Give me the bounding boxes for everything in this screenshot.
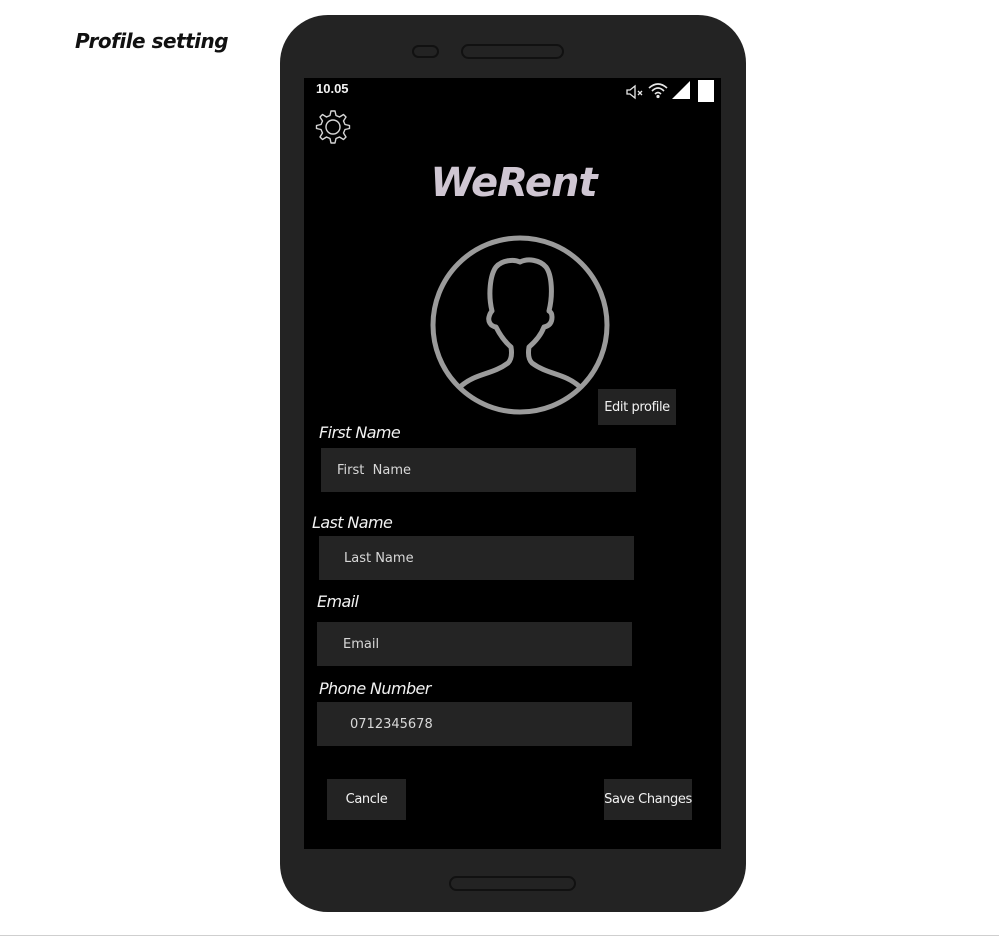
- last-name-field[interactable]: [319, 536, 634, 580]
- save-changes-button[interactable]: Save Changes: [604, 779, 692, 820]
- gear-icon: [315, 110, 351, 144]
- phone-number-field[interactable]: [317, 702, 632, 746]
- edit-profile-button[interactable]: Edit profile: [598, 389, 676, 425]
- bottom-divider: [0, 935, 999, 936]
- profile-avatar: [430, 235, 610, 415]
- last-name-label: Last Name: [312, 513, 393, 532]
- phone-number-label: Phone Number: [319, 679, 431, 698]
- cellular-signal-icon: [671, 80, 691, 100]
- status-time: 10.05: [316, 81, 349, 96]
- battery-icon: [698, 80, 714, 102]
- phone-sensor: [412, 45, 439, 58]
- email-label: Email: [317, 592, 359, 611]
- page-heading: Profile setting: [75, 29, 229, 53]
- settings-button[interactable]: [314, 108, 352, 146]
- app-title: WeRent: [430, 160, 597, 206]
- first-name-label: First Name: [319, 423, 401, 442]
- phone-screen: 10.05 WeRent Edit profile First Name Fir…: [304, 78, 721, 849]
- muted-speaker-icon: [626, 83, 646, 101]
- status-icons: [626, 80, 716, 102]
- home-button[interactable]: [449, 876, 576, 891]
- email-field[interactable]: [317, 622, 632, 666]
- phone-speaker: [461, 44, 564, 59]
- wifi-icon: [647, 81, 669, 99]
- user-silhouette-icon: [430, 235, 610, 415]
- first-name-field[interactable]: [321, 448, 636, 492]
- cancel-button[interactable]: Cancle: [327, 779, 406, 820]
